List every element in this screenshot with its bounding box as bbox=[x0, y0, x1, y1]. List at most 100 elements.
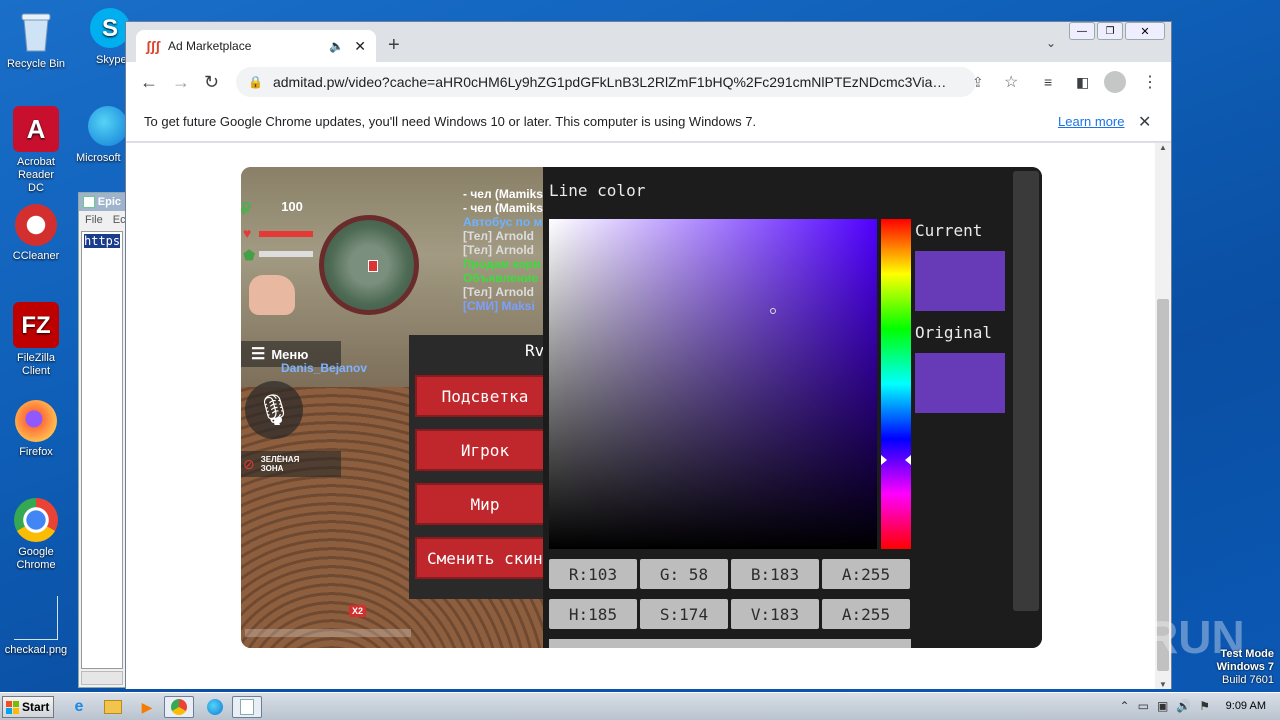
notepad-menu-file[interactable]: File bbox=[85, 214, 103, 228]
player-button[interactable]: Игрок bbox=[415, 429, 555, 471]
desktop-icon-google-chrome[interactable]: Google Chrome bbox=[2, 498, 70, 572]
tray-volume-icon[interactable]: 🔊 bbox=[1176, 699, 1191, 713]
skype-label: Skype bbox=[96, 54, 127, 66]
recycle-bin-label: Recycle Bin bbox=[6, 58, 66, 70]
red-value[interactable]: R:103 bbox=[549, 559, 637, 589]
forward-icon[interactable]: → bbox=[172, 72, 190, 93]
update-infobar: To get future Google Chrome updates, you… bbox=[126, 102, 1171, 142]
fist-weapon-icon[interactable] bbox=[249, 275, 295, 315]
tray-expand-icon[interactable]: ⌃ bbox=[1120, 699, 1130, 713]
start-button[interactable]: Start bbox=[2, 696, 54, 718]
desktop-icon-recycle-bin[interactable]: Recycle Bin bbox=[2, 8, 70, 71]
taskbar-ie-icon[interactable]: e bbox=[64, 696, 94, 718]
address-bar-row: ← → ↻ 🔒 admitad.pw/video?cache=aHR0cHM6L… bbox=[126, 62, 1171, 102]
hue-handle-left[interactable] bbox=[881, 455, 887, 465]
new-tab-button[interactable]: + bbox=[388, 34, 400, 57]
acrobat-icon: A bbox=[13, 106, 59, 152]
browser-window: ʃʃʃ Ad Marketplace 🔈 ✕ + ⌄ — ❐ ✕ ← → ↻ 🔒… bbox=[125, 21, 1172, 689]
original-color-label: Original bbox=[915, 323, 993, 342]
notepad-menu-edit[interactable]: Ec bbox=[113, 214, 126, 228]
tab-ad-marketplace[interactable]: ʃʃʃ Ad Marketplace 🔈 ✕ bbox=[136, 30, 376, 62]
infobar-text: To get future Google Chrome updates, you… bbox=[144, 114, 757, 129]
background-notepad-window[interactable]: Epic File Ec https bbox=[78, 192, 126, 688]
favicon-icon: ʃʃʃ bbox=[146, 38, 160, 54]
window-controls: — ❐ ✕ bbox=[1069, 22, 1165, 40]
highlight-button[interactable]: Подсветка bbox=[415, 375, 555, 417]
picker-title: Line color bbox=[549, 181, 646, 200]
desktop-icon-edge[interactable]: Microsoft bbox=[76, 106, 128, 165]
taskbar-edge-icon[interactable] bbox=[200, 696, 230, 718]
hue-handle-right[interactable] bbox=[905, 455, 911, 465]
taskbar-notepad-icon[interactable] bbox=[232, 696, 262, 718]
side-panel-icon[interactable]: ◧ bbox=[1076, 74, 1089, 91]
back-icon[interactable]: ← bbox=[140, 72, 158, 93]
desktop-icon-firefox[interactable]: Firefox bbox=[2, 400, 70, 459]
maximize-button[interactable]: ❐ bbox=[1097, 22, 1123, 40]
chrome-icon bbox=[14, 498, 58, 542]
player-nametag: Danis_Bejanov bbox=[281, 361, 368, 375]
scroll-down-arrow-icon[interactable]: ▼ bbox=[1155, 680, 1171, 689]
money-amount: 100 bbox=[281, 199, 303, 214]
share-icon[interactable]: ⇪ bbox=[972, 74, 984, 91]
tab-title: Ad Marketplace bbox=[168, 39, 252, 53]
green-value[interactable]: G: 58 bbox=[640, 559, 728, 589]
learn-more-link[interactable]: Learn more bbox=[1058, 114, 1124, 129]
taskbar-chrome-icon[interactable] bbox=[164, 696, 194, 718]
game-video-frame[interactable]: ₽ 100 ♥ ⬟ - чел (Mamiks - чел (Mamiks Ав… bbox=[241, 167, 1042, 648]
minimize-button[interactable]: — bbox=[1069, 22, 1095, 40]
speaker-icon[interactable]: 🔈 bbox=[329, 39, 344, 53]
blue-value[interactable]: B:183 bbox=[731, 559, 819, 589]
scroll-up-arrow-icon[interactable]: ▲ bbox=[1155, 143, 1171, 152]
notepad-titlebar: Epic bbox=[79, 193, 125, 211]
tab-close-icon[interactable]: ✕ bbox=[354, 38, 366, 55]
minimap[interactable] bbox=[319, 215, 419, 315]
tray-display-icon[interactable]: ▣ bbox=[1157, 699, 1168, 713]
anyrun-watermark: ANY RUN bbox=[1036, 610, 1245, 664]
hue-slider[interactable] bbox=[881, 219, 911, 549]
voice-mic-button[interactable]: 🎙 bbox=[245, 381, 303, 439]
chat-log: - чел (Mamiks - чел (Mamiks Автобус по м… bbox=[463, 187, 545, 313]
brightness-value[interactable]: V:183 bbox=[731, 599, 819, 629]
green-zone-label: ЗЕЛЁНАЯ ЗОНА bbox=[260, 455, 300, 473]
desktop-icon-acrobat[interactable]: A Acrobat Reader DC bbox=[2, 106, 70, 195]
hue-value[interactable]: H:185 bbox=[549, 599, 637, 629]
picker-cursor[interactable] bbox=[770, 308, 776, 314]
desktop-icon-skype[interactable]: S Skype bbox=[76, 8, 132, 67]
tray-flag-icon[interactable]: ⚑ bbox=[1199, 699, 1210, 713]
change-skin-button[interactable]: Сменить скин bbox=[415, 537, 555, 579]
os-info: Test Mode Windows 7 Build 7601 bbox=[1217, 648, 1274, 687]
desktop-icon-ccleaner[interactable]: CCleaner bbox=[2, 204, 70, 263]
alpha-value-hsv[interactable]: A:255 bbox=[822, 599, 910, 629]
mod-menu-title: Rv bbox=[525, 341, 545, 360]
windows-version-text: Windows 7 bbox=[1216, 661, 1274, 673]
armor-bar bbox=[259, 251, 313, 257]
omnibox[interactable]: 🔒 admitad.pw/video?cache=aHR0cHM6Ly9hZG1… bbox=[236, 67, 976, 97]
saturation-value-square[interactable] bbox=[549, 219, 877, 549]
desktop-icon-filezilla[interactable]: FZ FileZilla Client bbox=[2, 302, 70, 378]
taskbar-media-player-icon[interactable]: ▶ bbox=[132, 696, 162, 718]
picker-scrollbar[interactable] bbox=[1013, 171, 1039, 611]
reload-icon[interactable]: ↻ bbox=[204, 72, 219, 93]
tab-search-icon[interactable]: ⌄ bbox=[1046, 36, 1056, 50]
bookmark-star-icon[interactable]: ☆ bbox=[1004, 72, 1018, 92]
media-control-icon[interactable]: ≡ bbox=[1044, 74, 1052, 90]
notepad-menubar: File Ec bbox=[79, 211, 126, 231]
original-color-swatch[interactable] bbox=[915, 353, 1005, 413]
money-display: ₽ 100 bbox=[241, 199, 303, 219]
profile-avatar-icon[interactable] bbox=[1104, 71, 1126, 93]
close-window-button[interactable]: ✕ bbox=[1125, 22, 1165, 40]
taskbar-explorer-icon[interactable] bbox=[98, 696, 128, 718]
tray-network-icon[interactable]: ▭ bbox=[1138, 699, 1149, 713]
infobar-close-icon[interactable]: ✕ bbox=[1138, 112, 1151, 132]
notepad-hscroll[interactable] bbox=[81, 671, 123, 685]
saturation-value[interactable]: S:174 bbox=[640, 599, 728, 629]
clock[interactable]: 9:09 AM bbox=[1226, 700, 1266, 712]
menu-kebab-icon[interactable]: ⋮ bbox=[1142, 72, 1158, 92]
filezilla-icon: FZ bbox=[13, 302, 59, 348]
page-scrollbar[interactable]: ▲ ▼ bbox=[1155, 143, 1171, 689]
alpha-value[interactable]: A:255 bbox=[822, 559, 910, 589]
notepad-text-area[interactable]: https bbox=[81, 231, 123, 669]
notepad-icon bbox=[83, 196, 95, 208]
world-button[interactable]: Мир bbox=[415, 483, 555, 525]
desktop-icon-checkad[interactable]: checkad.png bbox=[2, 596, 70, 657]
